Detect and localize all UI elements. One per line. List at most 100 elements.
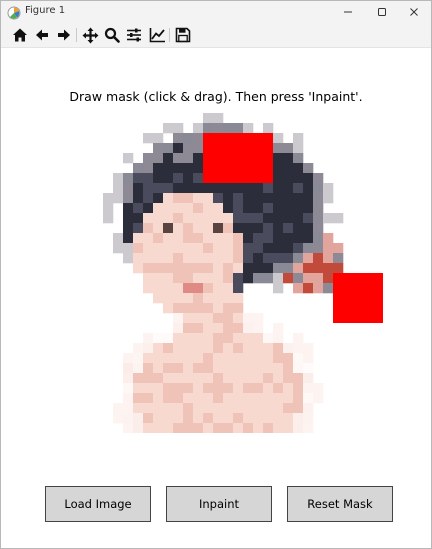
minimize-button[interactable]: [331, 1, 365, 23]
image-pixel: [253, 183, 264, 194]
image-pixel: [273, 353, 284, 364]
image-pixel: [183, 243, 194, 254]
image-pixel: [243, 203, 254, 214]
image-pixel: [313, 193, 324, 204]
image-pixel: [163, 203, 174, 214]
image-pixel: [263, 263, 274, 274]
image-pixel: [143, 363, 154, 374]
image-pixel: [243, 383, 254, 394]
reset-mask-button[interactable]: Reset Mask: [287, 486, 393, 522]
image-pixel: [113, 403, 124, 414]
image-pixel: [173, 403, 184, 414]
image-pixel: [283, 413, 294, 424]
image-pixel: [273, 183, 284, 194]
matplotlib-app-icon: [7, 5, 21, 20]
image-pixel: [223, 303, 234, 314]
image-pixel: [153, 333, 164, 344]
home-button[interactable]: [10, 25, 30, 45]
image-pixel: [263, 183, 274, 194]
image-pixel: [123, 223, 134, 234]
image-pixel: [173, 153, 184, 164]
image-pixel: [263, 213, 274, 224]
image-pixel: [173, 423, 184, 433]
image-pixel: [153, 283, 164, 294]
forward-button[interactable]: [54, 25, 74, 45]
image-pixel: [283, 383, 294, 394]
image-pixel: [213, 113, 224, 124]
image-pixel: [173, 163, 184, 174]
load-image-button[interactable]: Load Image: [45, 486, 151, 522]
image-pixel: [183, 203, 194, 214]
image-pixel: [253, 313, 264, 324]
image-pixel: [183, 323, 194, 334]
image-pixel: [163, 363, 174, 374]
image-pixel: [163, 223, 174, 234]
image-pixel: [253, 323, 264, 334]
image-pixel: [193, 313, 204, 324]
image-pixel: [133, 233, 144, 244]
image-pixel: [213, 393, 224, 404]
pan-button[interactable]: [80, 25, 100, 45]
image-pixel: [223, 293, 234, 304]
image-pixel: [173, 183, 184, 194]
image-pixel: [253, 213, 264, 224]
image-pixel: [123, 383, 134, 394]
image-pixel: [193, 123, 204, 134]
image-pixel: [303, 353, 314, 364]
image-pixel: [143, 423, 154, 433]
image-pixel: [143, 223, 154, 234]
image-pixel: [163, 403, 174, 414]
image-pixel: [233, 373, 244, 384]
image-pixel: [303, 423, 314, 433]
save-button[interactable]: [173, 25, 193, 45]
image-pixel: [283, 343, 294, 354]
image-pixel: [253, 353, 264, 364]
image-pixel: [263, 423, 274, 433]
image-pixel: [223, 243, 234, 254]
image-pixel: [293, 373, 304, 384]
image-pixel: [123, 403, 134, 414]
image-pixel: [183, 423, 194, 433]
image-pixel: [133, 243, 144, 254]
image-pixel: [183, 353, 194, 364]
image-pixel: [333, 243, 344, 254]
image-pixel: [233, 183, 244, 194]
image-pixel: [303, 173, 314, 184]
image-pixel: [113, 233, 124, 244]
image-pixel: [133, 183, 144, 194]
image-pixel: [263, 363, 274, 374]
image-mask-canvas[interactable]: [63, 113, 383, 433]
image-pixel: [183, 333, 194, 344]
image-pixel: [303, 203, 314, 214]
image-pixel: [173, 133, 184, 144]
image-pixel: [303, 403, 314, 414]
image-pixel: [273, 403, 284, 414]
zoom-icon: [104, 27, 120, 43]
image-pixel: [243, 193, 254, 204]
image-pixel: [213, 203, 224, 214]
image-pixel: [213, 333, 224, 344]
image-pixel: [283, 363, 294, 374]
image-pixel: [173, 273, 184, 284]
maximize-button[interactable]: [365, 1, 399, 23]
close-button[interactable]: [397, 1, 431, 23]
inpaint-button[interactable]: Inpaint: [166, 486, 272, 522]
image-pixel: [263, 353, 274, 364]
image-pixel: [193, 413, 204, 424]
image-pixel: [203, 353, 214, 364]
configure-subplots-button[interactable]: [124, 25, 144, 45]
image-pixel: [283, 373, 294, 384]
image-pixel: [163, 383, 174, 394]
zoom-button[interactable]: [102, 25, 122, 45]
edit-axis-button[interactable]: [147, 25, 167, 45]
image-pixel: [123, 203, 134, 214]
image-pixel: [313, 213, 324, 224]
image-pixel: [253, 193, 264, 204]
image-pixel: [213, 253, 224, 264]
image-pixel: [273, 423, 284, 433]
image-pixel: [233, 253, 244, 264]
image-pixel: [303, 383, 314, 394]
image-pixel: [283, 223, 294, 234]
image-pixel: [303, 343, 314, 354]
back-button[interactable]: [32, 25, 52, 45]
